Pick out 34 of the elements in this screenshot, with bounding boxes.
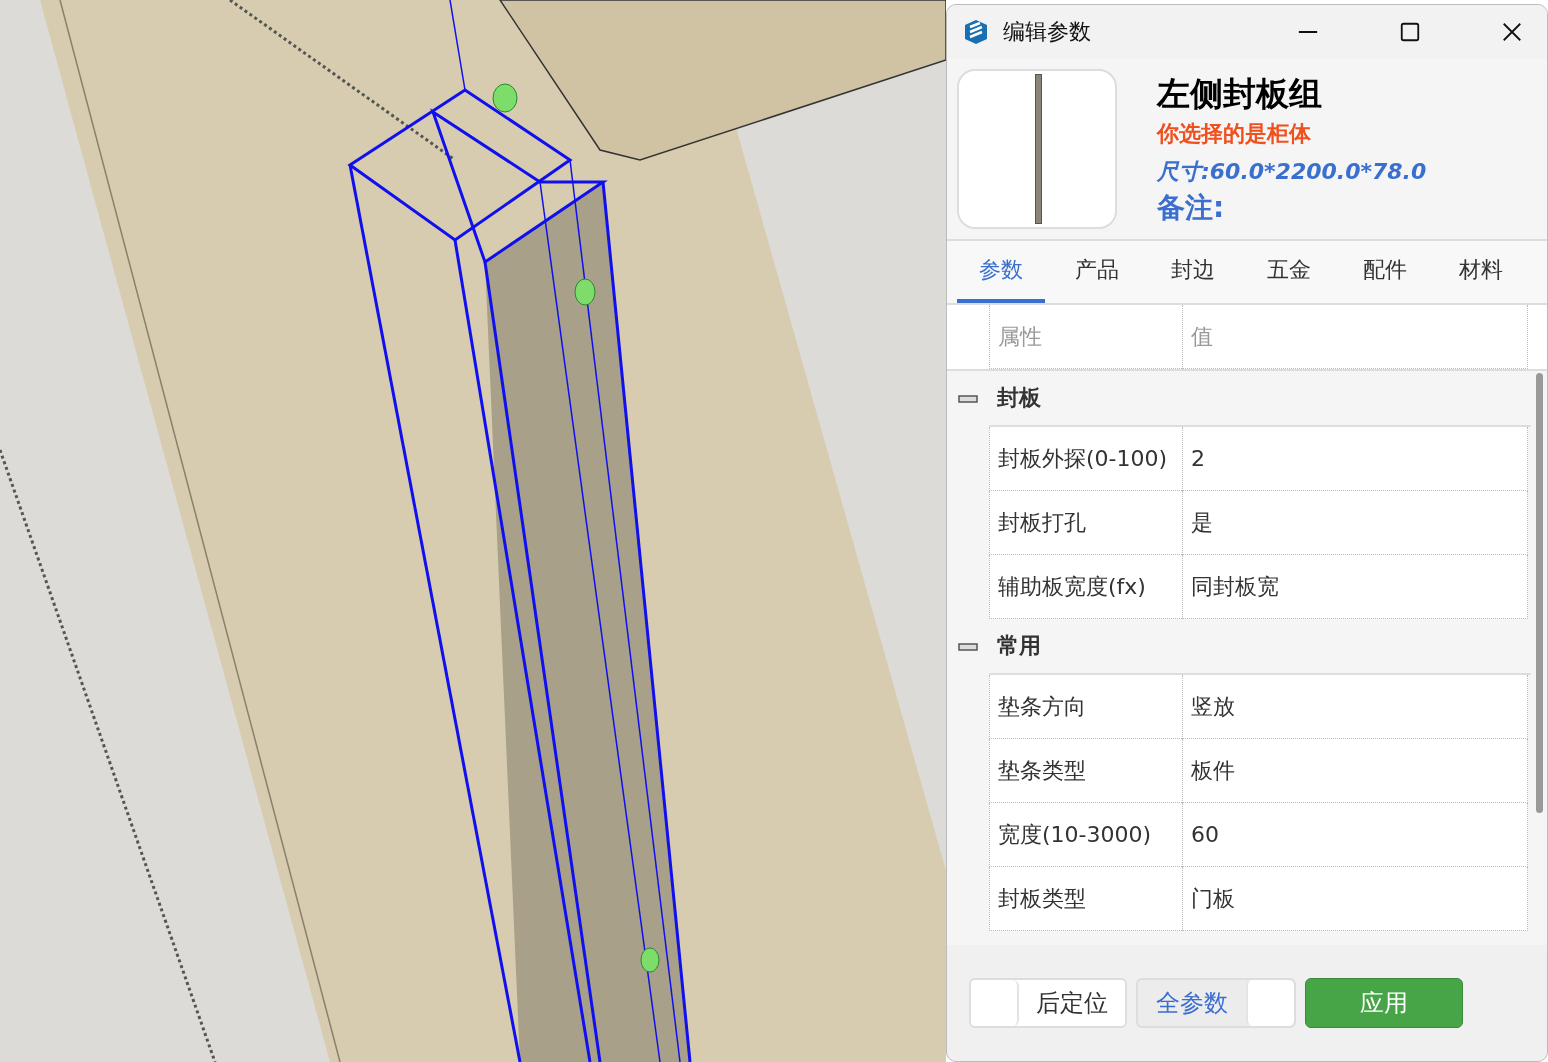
value-cell[interactable]: 竖放 <box>1182 675 1528 739</box>
column-header: 值 <box>1182 305 1528 369</box>
tab[interactable]: 五金 <box>1245 241 1333 303</box>
selection-note: 你选择的是柜体 <box>1157 119 1312 148</box>
maximize-icon[interactable] <box>1399 21 1421 43</box>
tab[interactable]: 产品 <box>1053 241 1141 303</box>
part-name: 左侧封板组 <box>1157 72 1323 115</box>
value-cell[interactable]: 2 <box>1182 427 1528 491</box>
tab[interactable]: 配件 <box>1341 241 1429 303</box>
property-cell: 垫条方向 <box>989 675 1182 739</box>
value-cell[interactable]: 同封板宽 <box>1182 555 1528 619</box>
property-cell: 封板外探(0-100) <box>989 427 1182 491</box>
value-cell[interactable]: 板件 <box>1182 739 1528 803</box>
toggle-switch[interactable]: 后定位 <box>969 978 1127 1028</box>
scrollbar[interactable] <box>1536 373 1543 813</box>
panel-preview-icon <box>1034 74 1042 224</box>
column-header: 属性 <box>989 305 1182 369</box>
tab[interactable]: 封边 <box>1149 241 1237 303</box>
property-cell: 封板打孔 <box>989 491 1182 555</box>
size-text: 尺寸:60.0*2200.0*78.0 <box>1157 157 1427 186</box>
property-cell: 垫条类型 <box>989 739 1182 803</box>
tab[interactable]: 材料 <box>1437 241 1525 303</box>
close-icon[interactable] <box>1501 21 1523 43</box>
property-cell: 宽度(10-3000) <box>989 803 1182 867</box>
property-cell: 封板类型 <box>989 867 1182 931</box>
value-cell[interactable]: 是 <box>1182 491 1528 555</box>
window-title: 编辑参数 <box>1003 18 1091 46</box>
value-cell[interactable]: 门板 <box>1182 867 1528 931</box>
collapse-icon[interactable] <box>958 642 978 652</box>
collapse-icon[interactable] <box>958 394 978 404</box>
toggle-switch[interactable]: 全参数 <box>1136 978 1296 1028</box>
remark-label: 备注: <box>1157 189 1226 226</box>
property-cell: 辅助板宽度(fx) <box>989 555 1182 619</box>
value-cell[interactable]: 60 <box>1182 803 1528 867</box>
